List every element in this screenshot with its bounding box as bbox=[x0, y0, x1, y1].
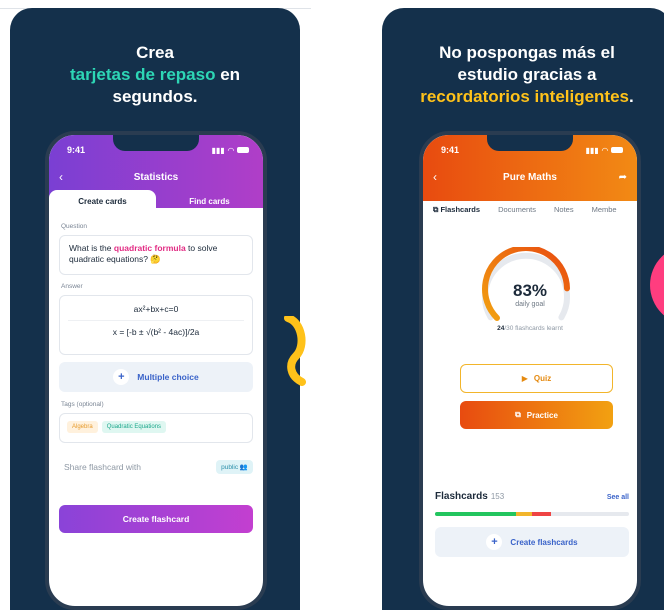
plus-icon: + bbox=[486, 534, 503, 550]
battery-icon bbox=[237, 147, 249, 153]
cards-icon: ⧉ bbox=[515, 410, 521, 419]
status-time: 9:41 bbox=[67, 145, 86, 155]
headline-line3: recordatorios inteligentes. bbox=[382, 86, 664, 108]
wifi-icon: ◠ bbox=[227, 145, 234, 155]
screen-title: Pure Maths bbox=[503, 171, 557, 183]
answer-line2: x = [-b ± √(b² - 4ac)]/2a bbox=[112, 327, 200, 337]
nav-bar: ‹ Statistics bbox=[59, 169, 253, 185]
status-icons: ▮▮▮ ◠ bbox=[586, 145, 623, 155]
quiz-label: Quiz bbox=[533, 374, 552, 383]
headline-highlight: recordatorios inteligentes bbox=[420, 87, 630, 106]
flashcards-header: Flashcards 153 See all bbox=[435, 491, 629, 502]
signal-icon: ▮▮▮ bbox=[585, 145, 599, 155]
create-flashcard-button[interactable]: Create flashcard bbox=[59, 505, 253, 533]
answer-line1: ax²+bx+c=0 bbox=[68, 298, 244, 321]
tab-find-cards[interactable]: Find cards bbox=[156, 190, 263, 212]
question-highlight: quadratic formula bbox=[113, 243, 186, 253]
learnt-count: 24/30 flashcards learnt bbox=[423, 325, 637, 332]
headline-line1: Crea bbox=[136, 43, 174, 62]
answer-field[interactable]: ax²+bx+c=0 x = [-b ± √(b² - 4ac)]/2a bbox=[59, 295, 253, 355]
goal-label: daily goal bbox=[515, 301, 545, 308]
plus-icon: + bbox=[113, 369, 130, 385]
tab-bar: Create cards Find cards bbox=[49, 190, 263, 212]
multiple-choice-button[interactable]: + Multiple choice bbox=[59, 362, 253, 392]
subject-tabs: ⧉ Flashcards Documents Notes Membe bbox=[433, 205, 637, 215]
nav-bar: ‹ Pure Maths ➦ bbox=[433, 169, 627, 185]
status-time: 9:41 bbox=[441, 145, 460, 155]
phone-mockup: 9:41 ▮▮▮ ◠ ‹ Pure Maths ➦ ⧉ Flashcards D… bbox=[419, 131, 641, 610]
tab-members[interactable]: Membe bbox=[592, 205, 617, 215]
decorative-blob bbox=[650, 254, 664, 316]
create-flashcards-label: Create flashcards bbox=[510, 537, 578, 547]
create-flashcards-button[interactable]: + Create flashcards bbox=[435, 527, 629, 557]
tab-notes[interactable]: Notes bbox=[554, 205, 574, 215]
multiple-choice-label: Multiple choice bbox=[137, 372, 199, 382]
flashcards-title-row: Flashcards 153 bbox=[435, 491, 504, 502]
quiz-button[interactable]: ▶ Quiz bbox=[460, 364, 613, 393]
play-icon: ▶ bbox=[521, 374, 528, 383]
progress-segment bbox=[435, 512, 517, 516]
decorative-swirl bbox=[284, 316, 306, 386]
headline-highlight: tarjetas de repaso bbox=[69, 65, 216, 84]
headline-line2: tarjetas de repaso en bbox=[10, 64, 300, 86]
signal-icon: ▮▮▮ bbox=[211, 145, 225, 155]
headline: Crea tarjetas de repaso en segundos. bbox=[10, 42, 300, 108]
headline-line3: segundos. bbox=[112, 87, 198, 106]
back-arrow-icon[interactable]: ‹ bbox=[59, 170, 79, 184]
wifi-icon: ◠ bbox=[601, 145, 608, 155]
answer-label: Answer bbox=[61, 283, 83, 290]
visibility-badge[interactable]: public 👥 bbox=[216, 460, 253, 474]
phone-mockup: 9:41 ▮▮▮ ◠ ‹ Statistics Create cards Fin… bbox=[45, 131, 267, 610]
back-arrow-icon[interactable]: ‹ bbox=[433, 170, 453, 184]
question-text-before: What is the bbox=[69, 243, 114, 253]
headline-rest: en bbox=[215, 65, 241, 84]
battery-icon bbox=[611, 147, 623, 153]
learnt-rest: /30 flashcards learnt bbox=[504, 325, 563, 332]
practice-button[interactable]: ⧉ Practice bbox=[460, 401, 613, 429]
question-label: Question bbox=[61, 223, 88, 230]
tags-label: Tags (optional) bbox=[61, 401, 104, 408]
tags-field[interactable]: Algebra Quadratic Equations bbox=[59, 413, 253, 443]
headline-line2: estudio gracias a bbox=[457, 65, 597, 84]
headline-rest: . bbox=[629, 87, 634, 106]
see-all-link[interactable]: See all bbox=[607, 494, 629, 501]
headline: No pospongas más el estudio gracias a re… bbox=[382, 42, 664, 108]
question-field[interactable]: What is the quadratic formula to solve q… bbox=[59, 235, 253, 275]
tag-chip[interactable]: Algebra bbox=[67, 421, 98, 433]
headline-line1: No pospongas más el bbox=[439, 43, 615, 62]
tag-chip[interactable]: Quadratic Equations bbox=[101, 421, 167, 433]
share-icon[interactable]: ➦ bbox=[607, 172, 627, 183]
flashcards-progress-bar bbox=[435, 512, 629, 516]
tab-flashcards[interactable]: ⧉ Flashcards bbox=[433, 205, 480, 215]
goal-percent: 83% bbox=[512, 281, 548, 300]
promo-card-reminders: No pospongas más el estudio gracias a re… bbox=[382, 8, 664, 610]
flashcards-title: Flashcards bbox=[435, 491, 488, 502]
tab-documents[interactable]: Documents bbox=[498, 205, 536, 215]
phone-notch bbox=[113, 135, 199, 151]
flashcards-count: 153 bbox=[490, 492, 505, 501]
status-icons: ▮▮▮ ◠ bbox=[212, 145, 249, 155]
tab-create-cards[interactable]: Create cards bbox=[49, 190, 156, 212]
progress-segment bbox=[516, 512, 532, 516]
progress-segment bbox=[531, 512, 552, 516]
tags-list: Algebra Quadratic Equations bbox=[60, 414, 252, 440]
screen-title: Statistics bbox=[133, 171, 179, 183]
tab-flashcards-label: Flashcards bbox=[440, 205, 481, 214]
share-row: Share flashcard with public 👥 bbox=[64, 460, 253, 474]
phone-notch bbox=[487, 135, 573, 151]
question-text: What is the quadratic formula to solve q… bbox=[60, 236, 252, 272]
share-label: Share flashcard with bbox=[64, 462, 142, 472]
practice-label: Practice bbox=[526, 410, 558, 420]
promo-card-create: Crea tarjetas de repaso en segundos. 9:4… bbox=[10, 8, 300, 610]
